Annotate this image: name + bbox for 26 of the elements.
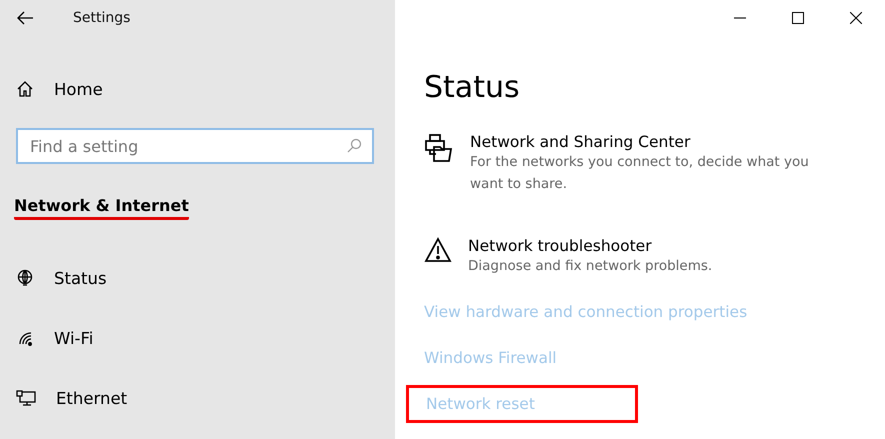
globe-icon — [16, 269, 34, 287]
computer-icon — [16, 389, 36, 407]
printer-folder-icon — [424, 133, 454, 163]
window-title: Settings — [73, 10, 130, 26]
page-heading: Status — [424, 70, 521, 105]
close-icon — [850, 12, 862, 24]
nav-item[interactable]: Wi-Fi — [0, 323, 395, 353]
setting-description: For the networks you connect to, decide what you want to share. — [470, 153, 810, 194]
setting-title[interactable]: Network troubleshooter — [468, 237, 838, 255]
nav-item[interactable]: Ethernet — [0, 383, 395, 413]
maximize-icon — [792, 12, 804, 24]
search-field[interactable]: Find a setting — [16, 128, 374, 164]
setting-description: Diagnose and fix network problems. — [468, 257, 714, 276]
nav-label: Ethernet — [56, 388, 128, 408]
section-heading: Network & Internet — [14, 196, 189, 220]
minimize-icon — [734, 17, 746, 19]
back-button[interactable] — [16, 9, 34, 27]
home-icon — [16, 80, 34, 98]
warning-icon — [424, 237, 452, 263]
nav-label: Wi-Fi — [54, 328, 94, 348]
nav-label: Status — [54, 268, 107, 288]
nav-item[interactable]: Status — [0, 263, 395, 293]
home-item[interactable]: Home — [0, 74, 395, 104]
search-icon — [346, 138, 362, 154]
nav-label: Home — [54, 80, 103, 98]
setting-title[interactable]: Network and Sharing Center — [470, 133, 840, 151]
